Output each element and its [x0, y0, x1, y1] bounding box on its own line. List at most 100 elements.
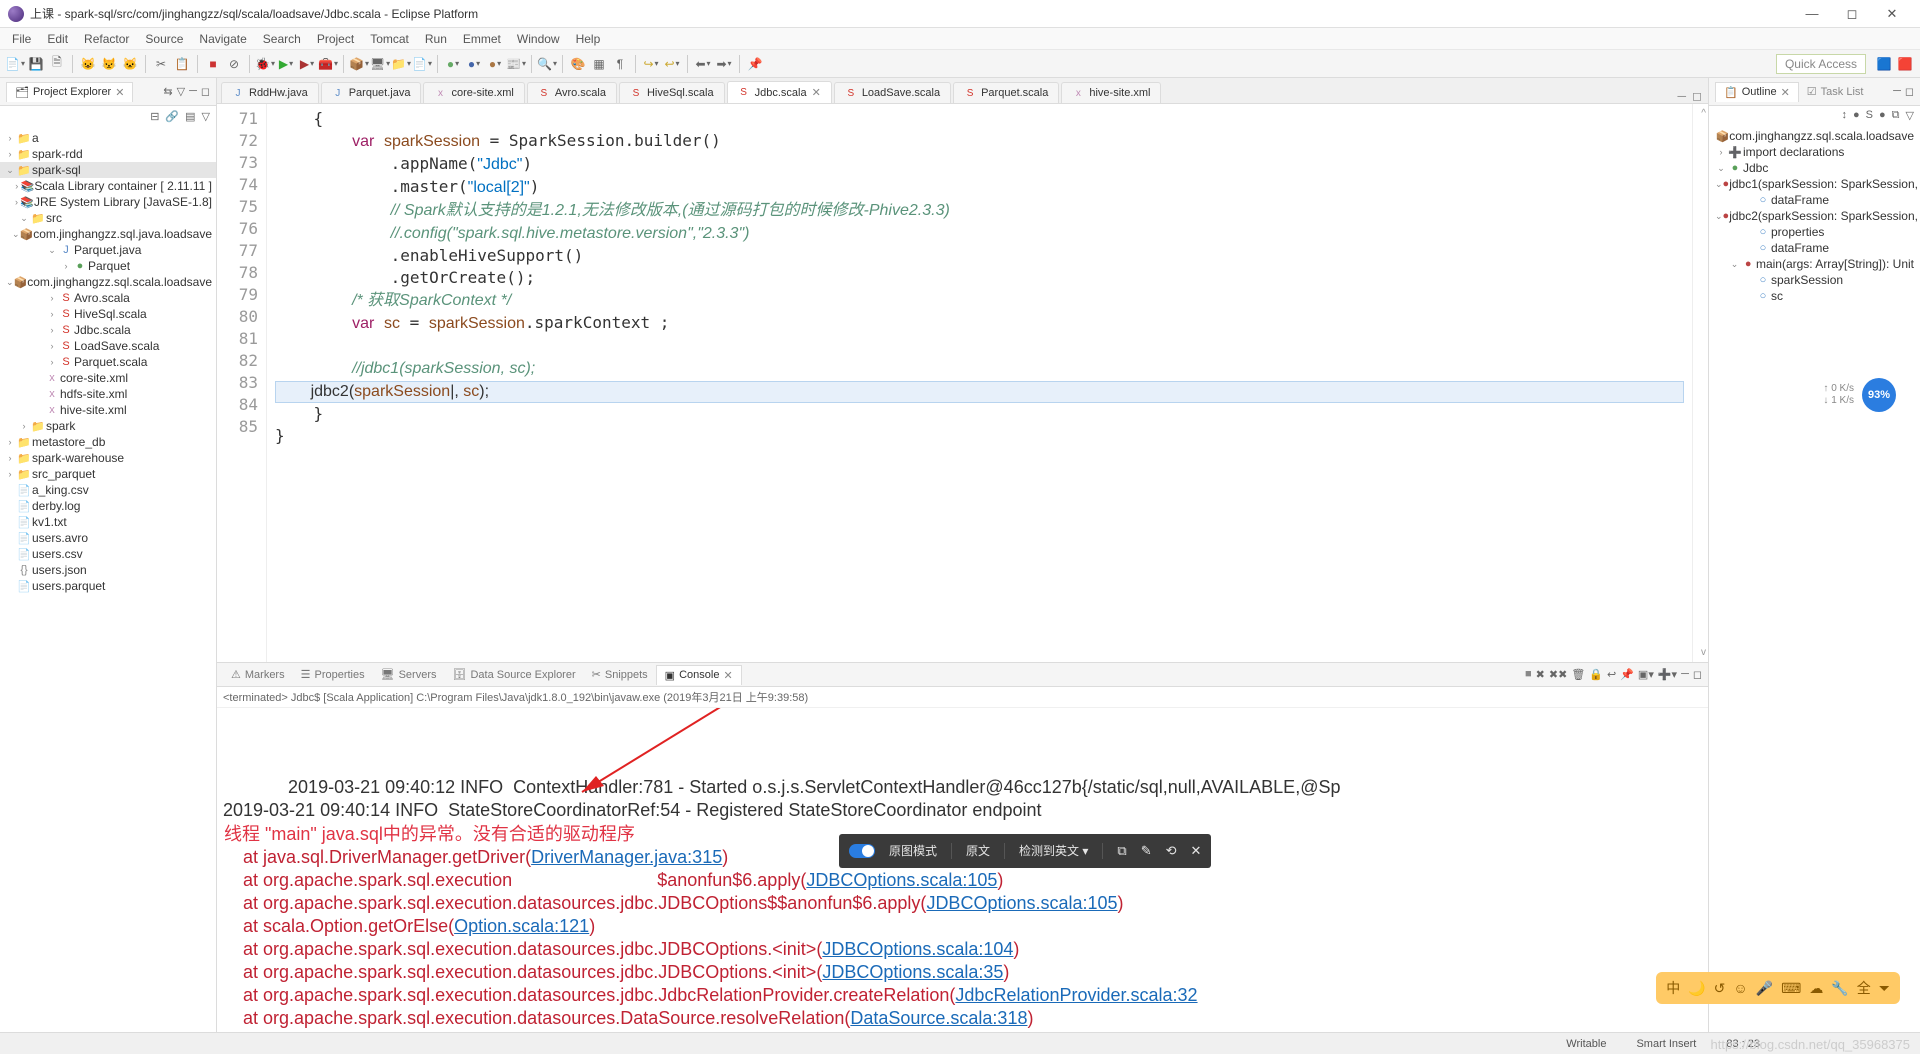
editor-tab[interactable]: JParquet.java — [321, 82, 422, 103]
tree-item[interactable]: ›SHiveSql.scala — [0, 306, 216, 322]
close-button[interactable]: ✕ — [1872, 6, 1912, 22]
outline-item[interactable]: ⌄●jdbc2(sparkSession: SparkSession, sc: … — [1711, 208, 1918, 224]
refresh-icon[interactable]: ⟲ — [1166, 840, 1177, 862]
editor-tab[interactable]: SHiveSql.scala — [619, 82, 725, 103]
save-button[interactable]: 💾 — [27, 55, 45, 73]
pe-minimize-icon[interactable]: ─ — [189, 85, 197, 98]
scroll-lock-icon[interactable]: 🔒 — [1589, 668, 1603, 681]
translate-mode[interactable]: 原图模式 — [889, 840, 937, 862]
annotation-nav2-icon[interactable]: ↩ — [663, 55, 681, 73]
console-tab-properties[interactable]: ☰Properties — [293, 665, 373, 684]
tree-item[interactable]: 📄derby.log — [0, 498, 216, 514]
console-tab-markers[interactable]: ⚠Markers — [223, 665, 293, 684]
menu-refactor[interactable]: Refactor — [76, 30, 137, 48]
tree-item[interactable]: xhive-site.xml — [0, 402, 216, 418]
menu-window[interactable]: Window — [509, 30, 568, 48]
toggle-mark-icon[interactable]: 🎨 — [569, 55, 587, 73]
tree-item[interactable]: ⌄📦com.jinghangzz.sql.scala.loadsave — [0, 274, 216, 290]
outline-tree[interactable]: 📦com.jinghangzz.sql.scala.loadsave›➕impo… — [1709, 124, 1920, 1032]
tree-item[interactable]: ›📚JRE System Library [JavaSE-1.8] — [0, 194, 216, 210]
tree-item[interactable]: ›●Parquet — [0, 258, 216, 274]
console-tab-servers[interactable]: 🖥Servers — [373, 665, 445, 684]
menu-emmet[interactable]: Emmet — [455, 30, 509, 48]
open-console-icon[interactable]: ➕▾ — [1658, 668, 1677, 681]
menu-source[interactable]: Source — [137, 30, 191, 48]
hide-static-icon[interactable]: S — [1866, 109, 1873, 121]
back-button[interactable]: ⬅ — [694, 55, 712, 73]
project-tree[interactable]: ›📁a›📁spark-rdd⌄📁spark-sql›📚Scala Library… — [0, 126, 216, 1032]
console-tab-snippets[interactable]: ✂Snippets — [584, 665, 656, 684]
wrap-icon[interactable]: ↩ — [1607, 668, 1616, 681]
new-jsp-button[interactable]: 📄 — [413, 55, 431, 73]
new-package-button[interactable]: 📁 — [392, 55, 410, 73]
run-button[interactable]: ▶ — [277, 55, 295, 73]
outline-item[interactable]: ⌄●main(args: Array[String]): Unit — [1711, 256, 1918, 272]
outline-item[interactable]: ○properties — [1711, 224, 1918, 240]
outline-item[interactable]: ›➕import declarations — [1711, 144, 1918, 160]
perspective-java-icon[interactable]: 🟦 — [1875, 55, 1893, 73]
hide-nonpublic-icon[interactable]: ● — [1879, 109, 1886, 121]
menu-edit[interactable]: Edit — [39, 30, 76, 48]
outline-item[interactable]: 📦com.jinghangzz.sql.scala.loadsave — [1711, 128, 1918, 144]
new-pkg-button[interactable]: 📰 — [507, 55, 525, 73]
translate-lang[interactable]: 检测到英文 ▾ — [1019, 840, 1088, 862]
tree-item[interactable]: ›📁src_parquet — [0, 466, 216, 482]
ime-item[interactable]: ⏷ — [1879, 978, 1890, 998]
overview-ruler[interactable]: ^ v — [1692, 104, 1708, 662]
tree-item[interactable]: ›📁spark — [0, 418, 216, 434]
menu-run[interactable]: Run — [417, 30, 455, 48]
tree-item[interactable]: ›📚Scala Library container [ 2.11.11 ] — [0, 178, 216, 194]
editor-tab[interactable]: xhive-site.xml — [1061, 82, 1161, 103]
link-icon[interactable]: 🔗 — [165, 110, 179, 123]
outline-menu-icon[interactable]: ▽ — [1906, 109, 1914, 122]
quick-access-input[interactable]: Quick Access — [1776, 54, 1866, 74]
code-editor[interactable]: { var sparkSession = SparkSession.builde… — [267, 104, 1692, 662]
tree-item[interactable]: ›SLoadSave.scala — [0, 338, 216, 354]
skip-icon[interactable]: ⊘ — [225, 55, 243, 73]
tree-item[interactable]: {}users.json — [0, 562, 216, 578]
debug-button[interactable]: 🐞 — [256, 55, 274, 73]
tree-item[interactable]: ›📁spark-warehouse — [0, 450, 216, 466]
tree-item[interactable]: ›📁spark-rdd — [0, 146, 216, 162]
minimize-button[interactable]: — — [1792, 6, 1832, 21]
translate-toggle[interactable] — [849, 844, 875, 858]
tomcat-stop-icon[interactable]: 😾 — [100, 55, 118, 73]
remove-all-icon[interactable]: ✖✖ — [1549, 668, 1567, 681]
console-min-icon[interactable]: ─ — [1681, 668, 1689, 681]
outline-item[interactable]: ○dataFrame — [1711, 240, 1918, 256]
menu-file[interactable]: File — [4, 30, 39, 48]
tree-item[interactable]: ⌄📁src — [0, 210, 216, 226]
pin-icon[interactable]: 📌 — [746, 55, 764, 73]
tree-item[interactable]: 📄users.avro — [0, 530, 216, 546]
pe-maximize-icon[interactable]: ◻ — [201, 85, 210, 98]
menu-help[interactable]: Help — [568, 30, 609, 48]
new-obj-button[interactable]: ● — [465, 55, 483, 73]
tasklist-title[interactable]: Task List — [1821, 86, 1864, 98]
edit-icon[interactable]: ✎ — [1141, 840, 1152, 862]
tree-item[interactable]: 📄kv1.txt — [0, 514, 216, 530]
menu-search[interactable]: Search — [255, 30, 309, 48]
tree-item[interactable]: xhdfs-site.xml — [0, 386, 216, 402]
pe-view-menu-icon[interactable]: ▽ — [202, 110, 210, 123]
new-scala-button[interactable]: 📦 — [350, 55, 368, 73]
copy-icon[interactable]: 📋 — [173, 55, 191, 73]
hide-fields-icon[interactable]: ● — [1853, 109, 1860, 121]
outline-item[interactable]: ○sc — [1711, 288, 1918, 304]
editor-max-icon[interactable]: ◻ — [1692, 89, 1702, 103]
tree-item[interactable]: ›📁a — [0, 130, 216, 146]
tomcat-start-icon[interactable]: 😺 — [79, 55, 97, 73]
outline-max-icon[interactable]: ◻ — [1905, 85, 1914, 98]
focus-icon[interactable]: ▤ — [185, 110, 195, 123]
new-server-button[interactable]: 🖥 — [371, 55, 389, 73]
tree-item[interactable]: ›SParquet.scala — [0, 354, 216, 370]
ime-item[interactable]: ☺ — [1733, 978, 1747, 998]
ime-item[interactable]: 中 — [1666, 978, 1680, 998]
sort-icon[interactable]: ↕ — [1842, 109, 1848, 121]
coverage-button[interactable]: ▶ — [298, 55, 316, 73]
copy-icon[interactable]: ⧉ — [1117, 840, 1126, 862]
outline-close-icon[interactable]: ✕ — [1781, 86, 1790, 99]
new-class-button[interactable]: ● — [444, 55, 462, 73]
toggle-block-icon[interactable]: ▦ — [590, 55, 608, 73]
menu-tomcat[interactable]: Tomcat — [362, 30, 417, 48]
forward-button[interactable]: ➡ — [715, 55, 733, 73]
